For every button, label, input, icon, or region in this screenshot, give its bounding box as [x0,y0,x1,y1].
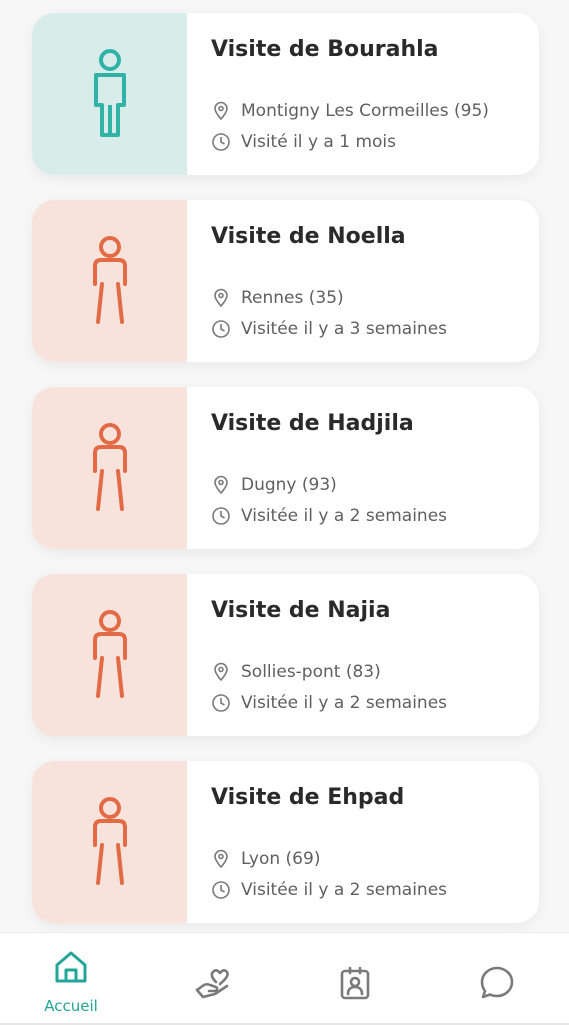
visit-title: Visite de Hadjila [211,411,414,436]
visit-title: Visite de Noella [211,224,406,249]
location-pin-icon [211,101,231,121]
male-person-icon [93,49,126,137]
avatar [32,387,187,549]
female-person-icon [92,423,127,511]
visit-card[interactable]: Visite de Hadjila Dugny (93) Visitée il … [32,387,539,549]
visit-location-text: Lyon (69) [241,849,321,869]
visit-time: Visité il y a 1 mois [211,132,396,152]
visit-time-text: Visitée il y a 3 semaines [241,319,448,339]
visit-location: Sollies-pont (83) [211,662,381,682]
visit-time-text: Visitée il y a 2 semaines [241,880,448,900]
visit-time-text: Visitée il y a 2 semaines [241,693,448,713]
chat-icon [477,963,517,1003]
home-icon [51,947,91,987]
visit-time-text: Visité il y a 1 mois [241,132,396,152]
visit-title: Visite de Bourahla [211,37,439,62]
visit-location-text: Rennes (35) [241,288,344,308]
female-person-icon [92,610,127,698]
avatar [32,761,187,923]
visit-card[interactable]: Visite de Ehpad Lyon (69) Visitée il y a… [32,761,539,923]
visit-location: Rennes (35) [211,288,344,308]
visit-list[interactable]: Visite de Bourahla Montigny Les Cormeill… [0,0,569,932]
location-pin-icon [211,288,231,308]
visit-time: Visitée il y a 2 semaines [211,693,447,713]
location-pin-icon [211,662,231,682]
clock-icon [211,880,231,900]
visit-location: Lyon (69) [211,849,320,869]
visit-title: Visite de Najia [211,598,391,623]
visit-location-text: Sollies-pont (83) [241,662,381,682]
clock-icon [211,319,231,339]
tab-messages[interactable] [426,933,568,1025]
clock-icon [211,132,231,152]
visit-time: Visitée il y a 2 semaines [211,506,447,526]
visit-card[interactable]: Visite de Bourahla Montigny Les Cormeill… [32,13,539,175]
tab-home-label: Accueil [44,997,98,1015]
visit-time-text: Visitée il y a 2 semaines [241,506,448,526]
visit-location: Dugny (93) [211,475,337,495]
location-pin-icon [211,475,231,495]
location-pin-icon [211,849,231,869]
clock-icon [211,693,231,713]
tab-care[interactable] [142,933,284,1025]
visit-card[interactable]: Visite de Najia Sollies-pont (83) Visité… [32,574,539,736]
clock-icon [211,506,231,526]
bottom-tab-bar: Accueil [0,932,569,1025]
visit-card[interactable]: Visite de Noella Rennes (35) Visitée il … [32,200,539,362]
visit-title: Visite de Ehpad [211,785,405,810]
avatar [32,200,187,362]
badge-icon [335,963,375,1003]
female-person-icon [92,236,127,324]
tab-profile[interactable] [284,933,426,1025]
heart-hand-icon [193,963,233,1003]
tab-home[interactable]: Accueil [0,933,142,1025]
visit-time: Visitée il y a 3 semaines [211,319,447,339]
visit-location-text: Montigny Les Cormeilles (95) [241,101,489,121]
avatar [32,13,187,175]
visit-location: Montigny Les Cormeilles (95) [211,101,489,121]
avatar [32,574,187,736]
female-person-icon [92,797,127,885]
visit-location-text: Dugny (93) [241,475,337,495]
visit-time: Visitée il y a 2 semaines [211,880,447,900]
